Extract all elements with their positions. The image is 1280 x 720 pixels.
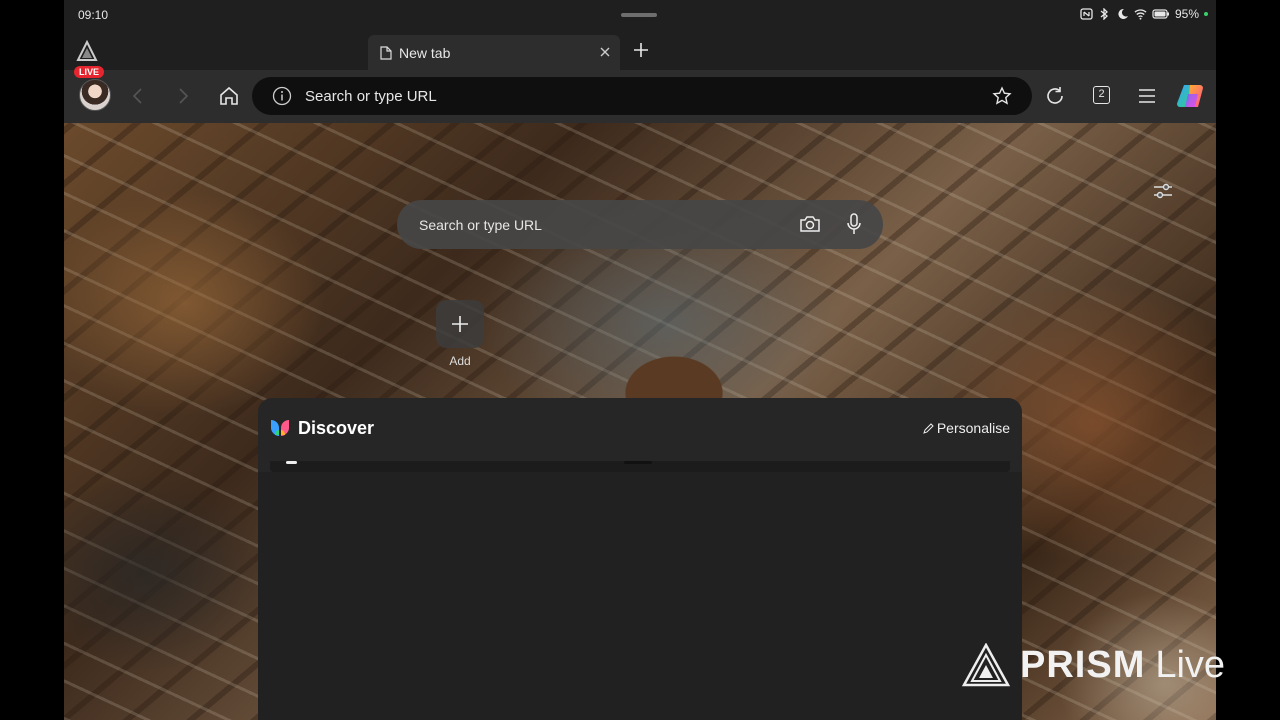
copilot-icon[interactable] bbox=[1176, 82, 1208, 110]
tab-count-button[interactable]: 2 bbox=[1093, 86, 1110, 104]
tab-strip: LIVE New tab bbox=[64, 30, 1216, 78]
personalise-button[interactable]: Personalise bbox=[923, 420, 1010, 436]
prism-live-watermark: PRISM Live bbox=[962, 640, 1225, 690]
favorite-star-icon[interactable] bbox=[992, 86, 1012, 106]
battery-dot bbox=[1204, 12, 1208, 16]
page-settings-icon[interactable] bbox=[1152, 181, 1174, 201]
address-bar[interactable]: Search or type URL bbox=[252, 77, 1032, 115]
status-time: 09:10 bbox=[78, 8, 109, 22]
add-shortcut-button[interactable] bbox=[436, 300, 484, 348]
wifi-icon bbox=[1134, 9, 1147, 20]
page-icon bbox=[380, 45, 392, 60]
battery-icon bbox=[1152, 9, 1169, 19]
browser-toolbar: Search or type URL 2 bbox=[64, 70, 1216, 123]
discover-title: Discover bbox=[298, 418, 375, 438]
personalise-label: Personalise bbox=[936, 420, 1010, 436]
back-icon[interactable] bbox=[127, 85, 149, 107]
profile-avatar[interactable] bbox=[79, 79, 111, 111]
tab-indicator bbox=[286, 461, 297, 464]
live-badge: LIVE bbox=[74, 66, 105, 78]
page-search-box[interactable]: Search or type URL bbox=[397, 200, 883, 249]
address-bar-placeholder: Search or type URL bbox=[305, 87, 437, 105]
new-tab-button[interactable] bbox=[632, 41, 650, 59]
menu-icon[interactable] bbox=[1136, 85, 1158, 107]
camera-icon[interactable] bbox=[799, 214, 821, 234]
watermark-suffix: Live bbox=[1155, 643, 1226, 686]
moon-icon bbox=[1118, 8, 1128, 19]
scroll-indicator bbox=[624, 461, 652, 464]
refresh-icon[interactable] bbox=[1044, 85, 1066, 107]
battery-level: 95% bbox=[1174, 7, 1199, 21]
microphone-icon[interactable] bbox=[845, 213, 863, 235]
discover-tabs-bar bbox=[270, 461, 1010, 472]
status-icons: 95% bbox=[1080, 7, 1208, 21]
pencil-icon bbox=[923, 422, 934, 434]
new-tab-page: Search or type URL Add Discover Personal… bbox=[64, 123, 1216, 720]
status-bar: 09:10 95% bbox=[64, 0, 1216, 30]
tab-new-tab[interactable]: New tab bbox=[368, 35, 620, 70]
microsoft-start-icon bbox=[271, 420, 289, 436]
prism-live-icon bbox=[76, 40, 98, 61]
drag-handle[interactable] bbox=[621, 13, 657, 17]
info-icon[interactable] bbox=[272, 86, 292, 106]
close-icon[interactable] bbox=[598, 45, 612, 59]
tab-title: New tab bbox=[399, 44, 451, 61]
forward-icon[interactable] bbox=[172, 85, 194, 107]
device-screen: 09:10 95% LIVE New tab Search or type UR… bbox=[64, 0, 1216, 720]
nfc-icon bbox=[1080, 8, 1093, 20]
add-shortcut-label: Add bbox=[449, 354, 471, 368]
home-icon[interactable] bbox=[218, 85, 240, 107]
watermark-brand: PRISM bbox=[1020, 643, 1146, 686]
bluetooth-icon bbox=[1100, 8, 1108, 20]
plus-icon bbox=[452, 316, 468, 332]
discover-feed[interactable] bbox=[258, 472, 1022, 720]
page-search-placeholder: Search or type URL bbox=[419, 216, 542, 233]
prism-logo-icon bbox=[962, 643, 1010, 687]
discover-panel: Discover Personalise bbox=[258, 398, 1022, 720]
